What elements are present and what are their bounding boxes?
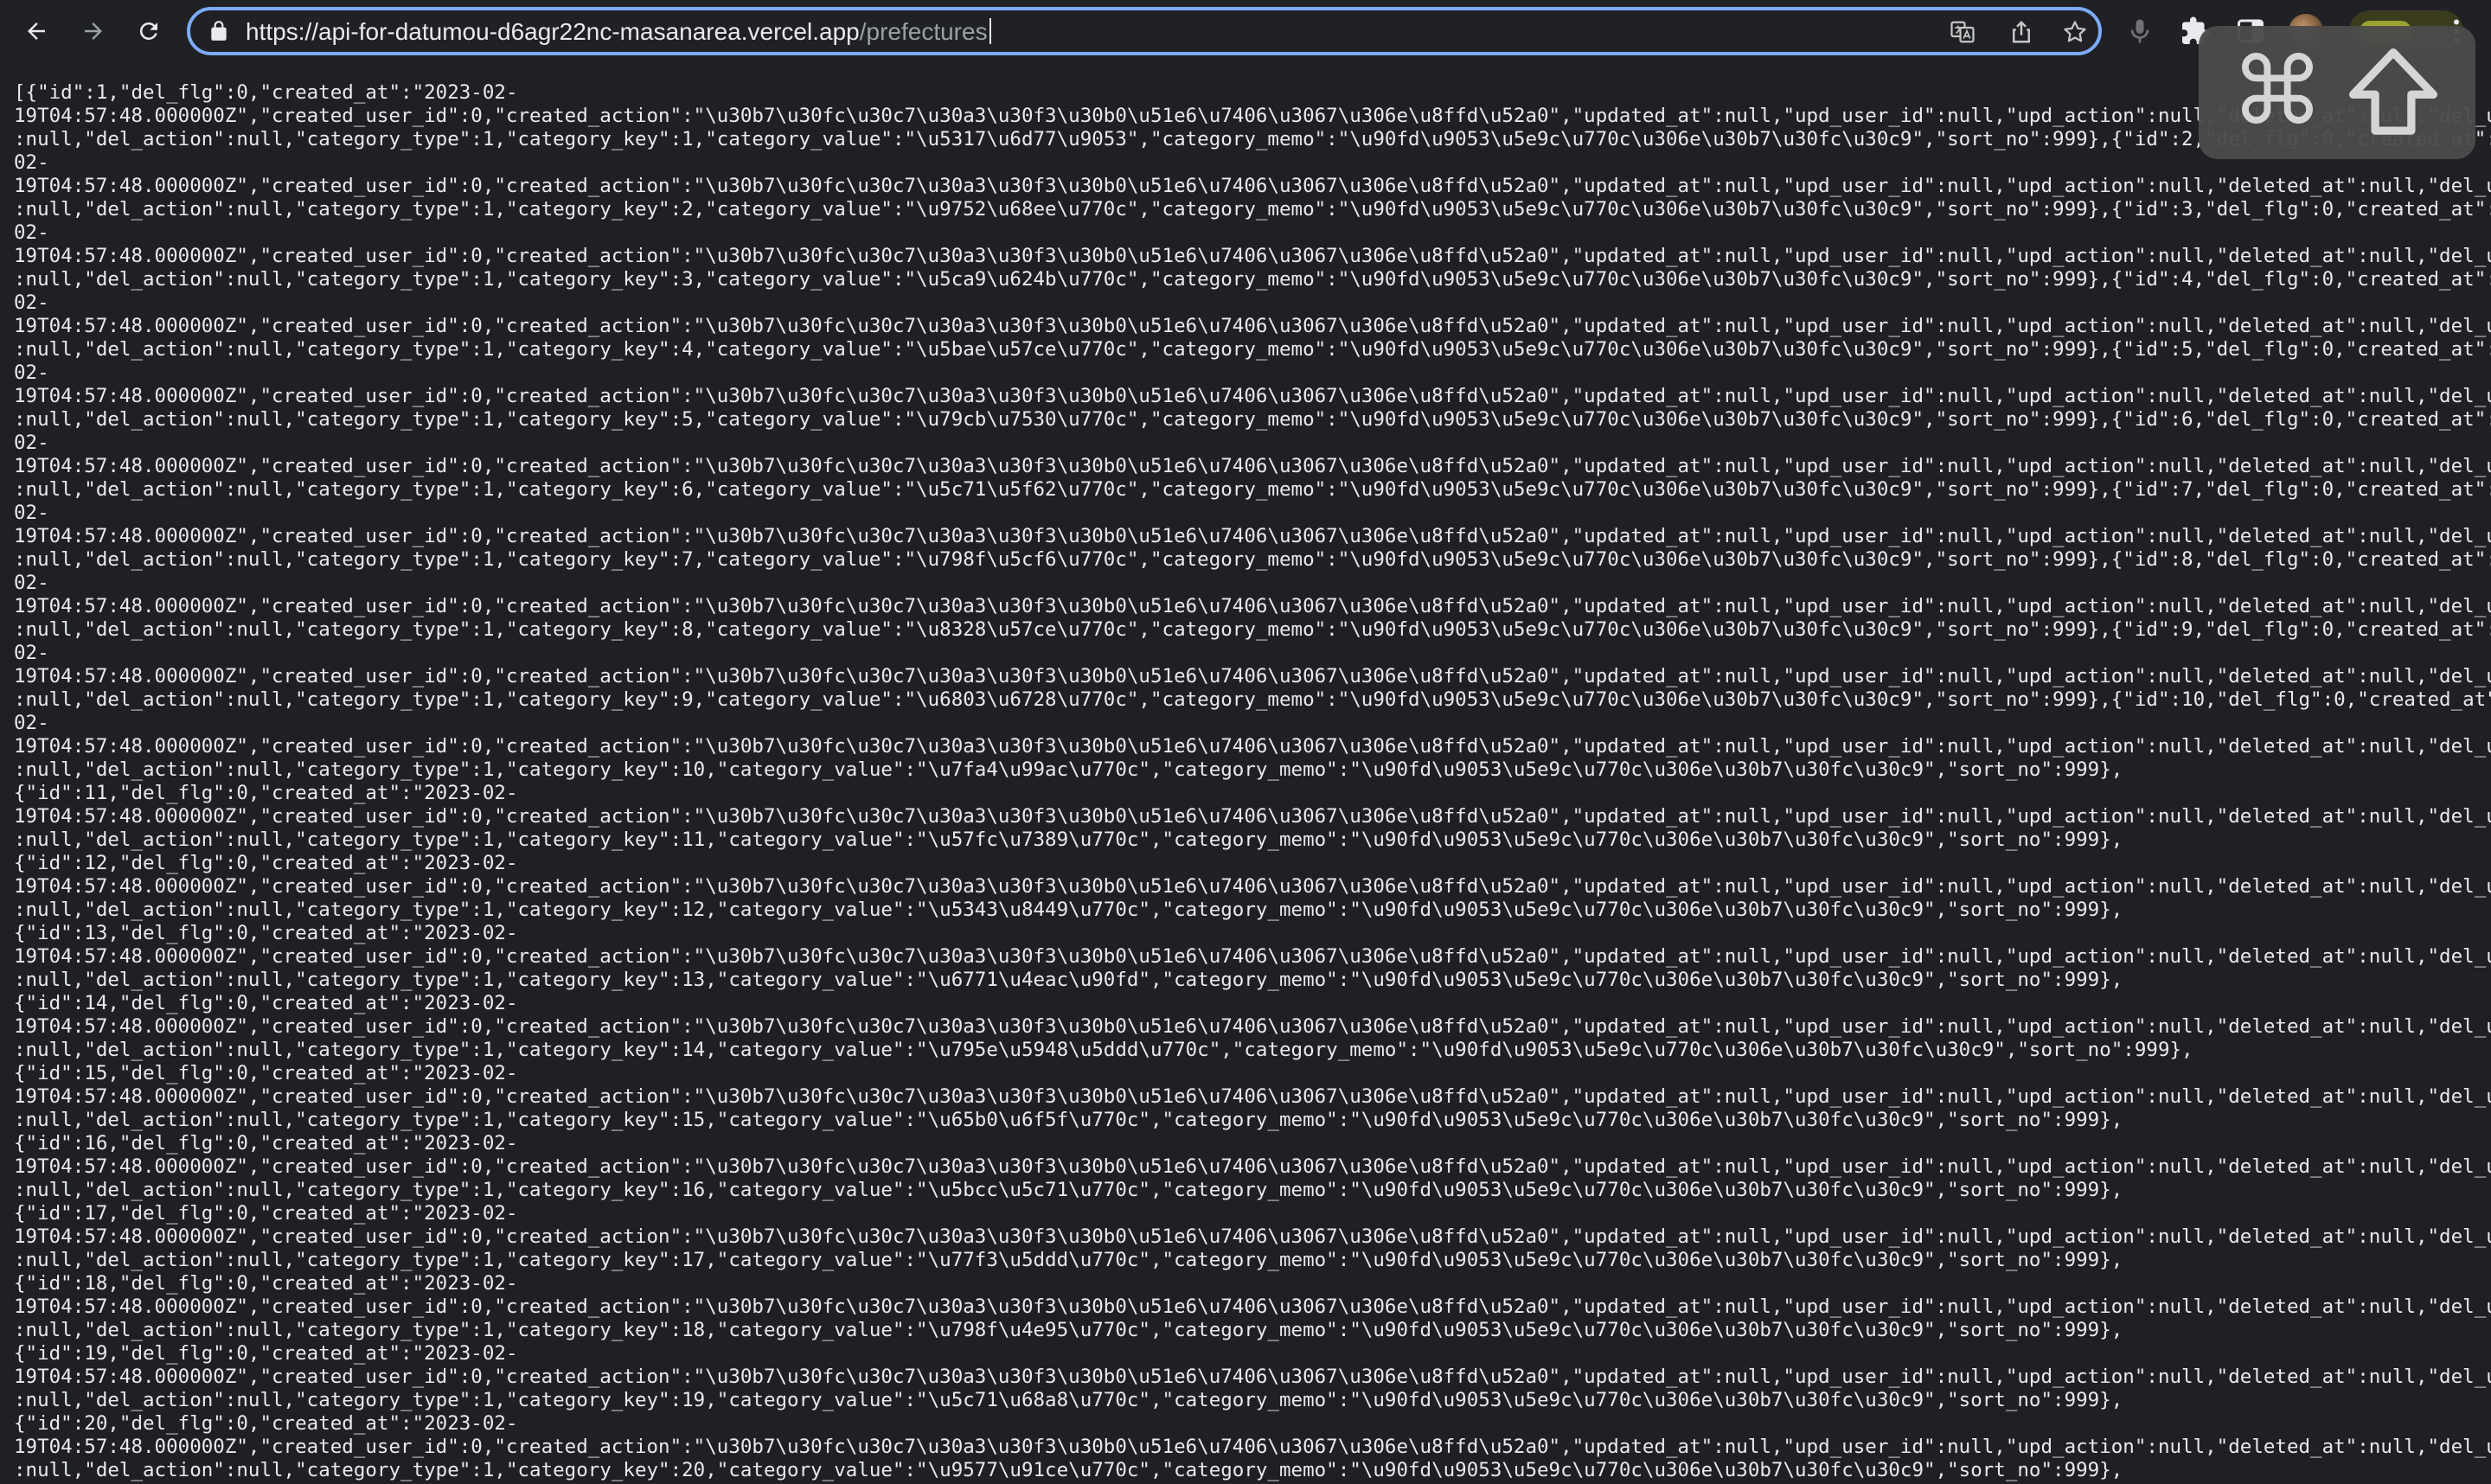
json-line: 19T04:57:48.000000Z","created_user_id":0… [14, 1436, 2491, 1458]
json-line: 19T04:57:48.000000Z","created_user_id":0… [14, 805, 2491, 828]
json-line: :null,"del_action":null,"category_type":… [14, 1179, 2123, 1201]
json-line: :null,"del_action":null,"category_type":… [14, 1459, 2123, 1481]
reload-button[interactable] [128, 10, 170, 52]
json-line: {"id":14,"del_flg":0,"created_at":"2023-… [14, 992, 518, 1014]
json-line: 19T04:57:48.000000Z","created_user_id":0… [14, 1295, 2491, 1318]
arrow-left-icon [28, 22, 45, 40]
json-line: 19T04:57:48.000000Z","created_user_id":0… [14, 455, 2491, 477]
json-line: 19T04:57:48.000000Z","created_user_id":0… [14, 385, 2491, 407]
json-line: {"id":12,"del_flg":0,"created_at":"2023-… [14, 852, 518, 874]
json-line: {"id":16,"del_flg":0,"created_at":"2023-… [14, 1132, 518, 1155]
arrow-right-icon [85, 22, 102, 40]
json-line: :null,"del_action":null,"category_type":… [14, 1039, 2193, 1061]
json-line: :null,"del_action":null,"category_type":… [14, 338, 2491, 361]
json-line: 19T04:57:48.000000Z","created_user_id":0… [14, 105, 2491, 127]
json-line: {"id":11,"del_flg":0,"created_at":"2023-… [14, 782, 518, 804]
json-line: 19T04:57:48.000000Z","created_user_id":0… [14, 245, 2491, 267]
json-line: [{"id":1,"del_flg":0,"created_at":"2023-… [14, 81, 518, 104]
command-key-icon: ⌘ [2231, 38, 2324, 146]
json-line: {"id":20,"del_flg":0,"created_at":"2023-… [14, 1412, 518, 1435]
json-line: :null,"del_action":null,"category_type":… [14, 899, 2123, 921]
json-line: :null,"del_action":null,"category_type":… [14, 478, 2491, 501]
json-line: :null,"del_action":null,"category_type":… [14, 268, 2491, 291]
json-line: 19T04:57:48.000000Z","created_user_id":0… [14, 1366, 2491, 1388]
json-line: 19T04:57:48.000000Z","created_user_id":0… [14, 875, 2491, 898]
json-line: 02- [14, 151, 49, 174]
translate-button[interactable] [1950, 19, 1976, 45]
page-content: [{"id":1,"del_flg":0,"created_at":"2023-… [0, 62, 2491, 1484]
json-line: :null,"del_action":null,"category_type":… [14, 1249, 2123, 1271]
json-line: 02- [14, 221, 49, 244]
json-line: 19T04:57:48.000000Z","created_user_id":0… [14, 1225, 2491, 1248]
json-line: 19T04:57:48.000000Z","created_user_id":0… [14, 595, 2491, 617]
json-line: :null,"del_action":null,"category_type":… [14, 969, 2123, 991]
json-line: :null,"del_action":null,"category_type":… [14, 128, 2491, 150]
browser-toolbar: https://api-for-datumou-d6agr22nc-masana… [0, 0, 2491, 62]
shift-key-icon [2348, 48, 2438, 135]
json-line: :null,"del_action":null,"category_type":… [14, 1389, 2123, 1411]
json-line: 19T04:57:48.000000Z","created_user_id":0… [14, 735, 2491, 758]
json-response-text: [{"id":1,"del_flg":0,"created_at":"2023-… [14, 81, 2491, 1482]
json-line: 02- [14, 642, 49, 664]
json-line: 02- [14, 572, 49, 594]
microphone-icon [2130, 19, 2149, 43]
json-line: {"id":17,"del_flg":0,"created_at":"2023-… [14, 1202, 518, 1225]
star-icon [2064, 21, 2086, 42]
keystroke-overlay: ⌘ ⇧ [2199, 26, 2475, 159]
bookmark-button[interactable] [2062, 19, 2088, 45]
json-line: 02- [14, 291, 49, 314]
json-line: {"id":13,"del_flg":0,"created_at":"2023-… [14, 922, 518, 944]
json-line: 02- [14, 432, 49, 454]
share-icon [2013, 20, 2030, 43]
json-line: :null,"del_action":null,"category_type":… [14, 198, 2491, 221]
reload-icon [139, 22, 157, 40]
json-line: :null,"del_action":null,"category_type":… [14, 688, 2491, 711]
json-line: 19T04:57:48.000000Z","created_user_id":0… [14, 1015, 2491, 1038]
json-line: 19T04:57:48.000000Z","created_user_id":0… [14, 1155, 2491, 1178]
url-host: https://api-for-datumou-d6agr22nc-masana… [246, 18, 860, 45]
url-text[interactable]: https://api-for-datumou-d6agr22nc-masana… [246, 16, 991, 48]
share-button[interactable] [2008, 19, 2034, 45]
url-path: /prefectures [859, 18, 988, 45]
json-line: :null,"del_action":null,"category_type":… [14, 828, 2123, 851]
address-bar[interactable]: https://api-for-datumou-d6agr22nc-masana… [187, 7, 2102, 55]
json-line: {"id":18,"del_flg":0,"created_at":"2023-… [14, 1272, 518, 1295]
json-line: 19T04:57:48.000000Z","created_user_id":0… [14, 665, 2491, 688]
json-line: :null,"del_action":null,"category_type":… [14, 1319, 2123, 1341]
forward-button[interactable] [73, 10, 114, 52]
json-line: :null,"del_action":null,"category_type":… [14, 408, 2491, 431]
json-line: 02- [14, 712, 49, 734]
json-line: 02- [14, 502, 49, 524]
json-line: {"id":15,"del_flg":0,"created_at":"2023-… [14, 1062, 518, 1084]
json-line: :null,"del_action":null,"category_type":… [14, 618, 2491, 641]
json-line: :null,"del_action":null,"category_type":… [14, 548, 2491, 571]
json-line: 19T04:57:48.000000Z","created_user_id":0… [14, 1085, 2491, 1108]
lock-icon[interactable] [208, 20, 230, 42]
json-line: 19T04:57:48.000000Z","created_user_id":0… [14, 945, 2491, 968]
json-line: 19T04:57:48.000000Z","created_user_id":0… [14, 175, 2491, 197]
text-caret [989, 18, 991, 44]
translate-icon [1950, 21, 1975, 43]
json-line: 19T04:57:48.000000Z","created_user_id":0… [14, 525, 2491, 547]
voice-search-button[interactable] [2124, 16, 2155, 47]
json-line: 19T04:57:48.000000Z","created_user_id":0… [14, 315, 2491, 337]
back-button[interactable] [16, 10, 57, 52]
json-line: 02- [14, 361, 49, 384]
json-line: :null,"del_action":null,"category_type":… [14, 1109, 2123, 1131]
json-line: {"id":19,"del_flg":0,"created_at":"2023-… [14, 1342, 518, 1365]
json-line: :null,"del_action":null,"category_type":… [14, 758, 2123, 781]
